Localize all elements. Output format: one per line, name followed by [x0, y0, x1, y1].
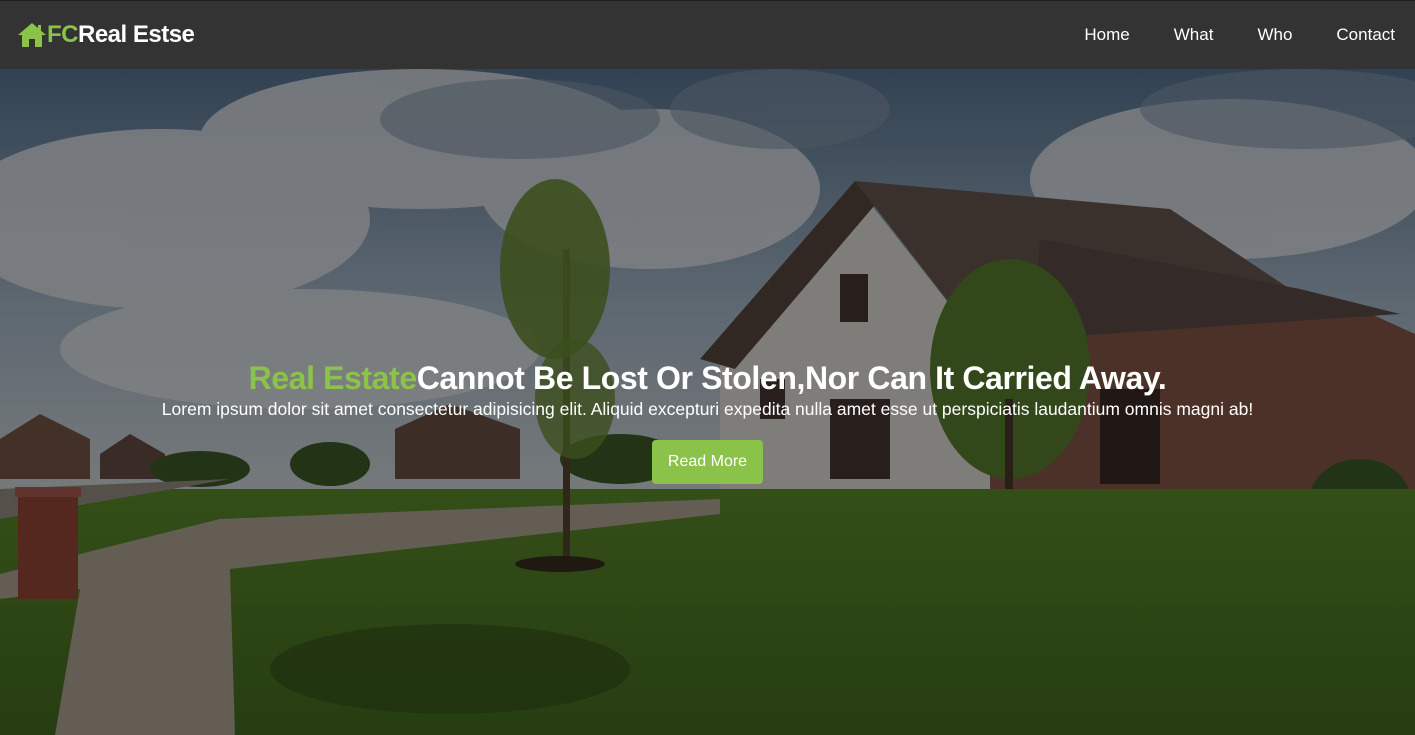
read-more-button[interactable]: Read More — [651, 440, 764, 484]
hero-section: Real EstateCannot Be Lost Or Stolen,Nor … — [0, 69, 1415, 735]
nav-what-link[interactable]: What — [1174, 25, 1214, 45]
house-icon — [18, 23, 46, 47]
brand-prefix: FC — [47, 21, 79, 48]
nav-home-link[interactable]: Home — [1084, 25, 1129, 45]
brand-name: Real Estse — [78, 21, 195, 48]
brand-logo[interactable]: FC Real Estse — [17, 21, 195, 49]
hero-headline: Real EstateCannot Be Lost Or Stolen,Nor … — [0, 359, 1415, 397]
hero-content: Real EstateCannot Be Lost Or Stolen,Nor … — [0, 359, 1415, 484]
main-nav: Home What Who Contact — [1040, 1, 1395, 69]
nav-contact-link[interactable]: Contact — [1336, 25, 1395, 45]
navbar: FC Real Estse Home What Who Contact — [0, 0, 1415, 69]
nav-who-link[interactable]: Who — [1257, 25, 1292, 45]
hero-subtext: Lorem ipsum dolor sit amet consectetur a… — [161, 399, 1254, 419]
headline-accent: Real Estate — [248, 360, 418, 396]
headline-rest: Cannot Be Lost Or Stolen,Nor Can It Carr… — [416, 360, 1167, 396]
